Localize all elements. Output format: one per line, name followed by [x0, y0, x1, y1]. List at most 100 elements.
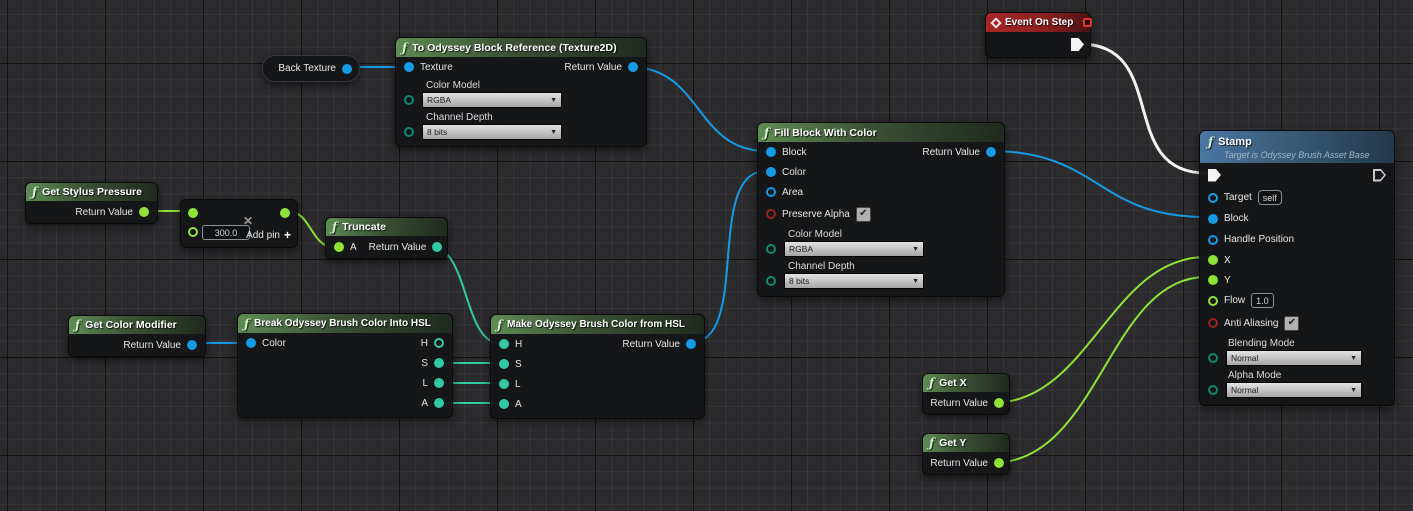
stamp-x-input-pin[interactable]	[1208, 255, 1218, 265]
alpha-mode-pin[interactable]	[1208, 385, 1218, 395]
return-value-output-pin[interactable]	[432, 242, 442, 252]
exec-input-pin[interactable]	[1208, 169, 1221, 182]
break-s-output-pin[interactable]	[434, 358, 444, 368]
get-y-header: ƒ Get Y	[923, 434, 1009, 452]
node-fill-block-with-color[interactable]: ƒ Fill Block With Color Block Return Val…	[757, 122, 1005, 297]
exec-output-pin[interactable]	[1373, 169, 1386, 182]
to-odyssey-title: To Odyssey Block Reference (Texture2D)	[412, 42, 616, 54]
channel-depth-dropdown[interactable]: 8 bits ▼	[422, 124, 562, 140]
get-stylus-pressure-header: ƒ Get Stylus Pressure	[26, 183, 157, 201]
chevron-down-icon: ▼	[912, 278, 919, 285]
stamp-flow-label: Flow	[1224, 295, 1245, 306]
node-truncate[interactable]: ƒ Truncate A Return Value	[325, 217, 448, 259]
color-model-value: RGBA	[789, 244, 813, 254]
texture-input-pin[interactable]	[404, 62, 414, 72]
alpha-mode-dropdown[interactable]: Normal ▼	[1226, 382, 1362, 398]
node-to-odyssey-block-reference[interactable]: ƒ To Odyssey Block Reference (Texture2D)…	[395, 37, 647, 147]
preserve-alpha-checkbox[interactable]: ✔	[856, 207, 871, 222]
fill-area-input-pin[interactable]	[766, 187, 776, 197]
return-value-output-pin[interactable]	[994, 398, 1004, 408]
node-break-hsl[interactable]: ƒ Break Odyssey Brush Color Into HSL Col…	[237, 313, 453, 418]
color-model-pin[interactable]	[766, 244, 776, 254]
stamp-anti-aliasing-input-pin[interactable]	[1208, 318, 1218, 328]
blending-mode-dropdown[interactable]: Normal ▼	[1226, 350, 1362, 366]
node-event-on-step[interactable]: Event On Step	[985, 12, 1091, 58]
stamp-flow-value-field[interactable]: 1.0	[1251, 293, 1274, 308]
stamp-y-input-pin[interactable]	[1208, 275, 1218, 285]
node-get-color-modifier[interactable]: ƒ Get Color Modifier Return Value	[68, 315, 206, 357]
make-s-input-pin[interactable]	[499, 359, 509, 369]
get-x-header: ƒ Get X	[923, 374, 1009, 392]
break-color-input-pin[interactable]	[246, 338, 256, 348]
make-l-label: L	[515, 379, 521, 390]
channel-depth-pin[interactable]	[404, 127, 414, 137]
truncate-header: ƒ Truncate	[326, 218, 447, 236]
return-value-output-pin[interactable]	[686, 339, 696, 349]
return-value-label: Return Value	[369, 242, 427, 253]
color-model-dropdown[interactable]: RGBA ▼	[422, 92, 562, 108]
node-stamp[interactable]: ƒ Stamp Target is Odyssey Brush Asset Ba…	[1199, 130, 1395, 406]
exec-output-pin[interactable]	[1071, 38, 1084, 51]
preserve-alpha-input-pin[interactable]	[766, 209, 776, 219]
add-pin-button[interactable]: Add pin+	[246, 228, 291, 242]
break-h-label: H	[421, 338, 428, 349]
stamp-target-value[interactable]: self	[1258, 190, 1282, 205]
node-make-hsl[interactable]: ƒ Make Odyssey Brush Color from HSL H Re…	[490, 314, 705, 419]
function-icon: ƒ	[764, 126, 769, 140]
wire-gety-to-stamp-y	[992, 277, 1206, 463]
stamp-anti-aliasing-label: Anti Aliasing	[1224, 318, 1278, 329]
get-y-title: Get Y	[939, 437, 966, 449]
make-h-label: H	[515, 339, 522, 350]
blending-mode-label: Blending Mode	[1200, 335, 1394, 349]
break-a-output-pin[interactable]	[434, 398, 444, 408]
make-a-input-pin[interactable]	[499, 399, 509, 409]
truncate-a-label: A	[350, 242, 357, 253]
make-h-input-pin[interactable]	[499, 339, 509, 349]
fill-color-input-pin[interactable]	[766, 167, 776, 177]
return-value-output-pin[interactable]	[986, 147, 996, 157]
node-get-y[interactable]: ƒ Get Y Return Value	[922, 433, 1010, 475]
function-icon: ƒ	[244, 317, 249, 331]
channel-depth-pin[interactable]	[766, 276, 776, 286]
multiply-input2-pin[interactable]	[188, 227, 198, 237]
truncate-a-input-pin[interactable]	[334, 242, 344, 252]
return-value-output-pin[interactable]	[994, 458, 1004, 468]
return-value-output-pin[interactable]	[187, 340, 197, 350]
wire-exec-event-to-stamp	[1080, 44, 1206, 173]
anti-aliasing-checkbox[interactable]: ✔	[1284, 316, 1299, 331]
texture-label: Texture	[420, 62, 453, 73]
event-on-step-header: Event On Step	[986, 13, 1090, 32]
multiply-input-pin[interactable]	[188, 208, 198, 218]
return-value-label: Return Value	[564, 62, 622, 73]
break-h-output-pin[interactable]	[434, 338, 444, 348]
blueprint-graph-canvas[interactable]: Event On Step Back Texture ƒ To Odyssey …	[0, 0, 1413, 511]
node-get-x[interactable]: ƒ Get X Return Value	[922, 373, 1010, 415]
return-value-label: Return Value	[75, 207, 133, 218]
color-model-dropdown[interactable]: RGBA ▼	[784, 241, 924, 257]
stamp-target-input-pin[interactable]	[1208, 193, 1218, 203]
multiply-icon: ✕	[243, 214, 253, 228]
node-back-texture[interactable]: Back Texture	[262, 55, 360, 82]
fill-block-input-pin[interactable]	[766, 147, 776, 157]
fill-block-title: Fill Block With Color	[774, 127, 877, 139]
stamp-block-input-pin[interactable]	[1208, 214, 1218, 224]
return-value-label: Return Value	[930, 458, 988, 469]
fill-block-header: ƒ Fill Block With Color	[758, 123, 1004, 142]
back-texture-output-pin[interactable]	[342, 64, 352, 74]
color-model-pin[interactable]	[404, 95, 414, 105]
channel-depth-value: 8 bits	[789, 276, 809, 286]
multiply-output-pin[interactable]	[280, 208, 290, 218]
node-get-stylus-pressure[interactable]: ƒ Get Stylus Pressure Return Value	[25, 182, 158, 224]
event-on-step-title: Event On Step	[1005, 17, 1073, 28]
channel-depth-dropdown[interactable]: 8 bits ▼	[784, 273, 924, 289]
node-multiply[interactable]: 300.0 ✕ Add pin+	[180, 199, 298, 248]
break-l-output-pin[interactable]	[434, 378, 444, 388]
blending-mode-pin[interactable]	[1208, 353, 1218, 363]
stamp-flow-input-pin[interactable]	[1208, 296, 1218, 306]
return-value-output-pin[interactable]	[139, 207, 149, 217]
make-l-input-pin[interactable]	[499, 379, 509, 389]
chevron-down-icon: ▼	[550, 97, 557, 104]
return-value-output-pin[interactable]	[628, 62, 638, 72]
stamp-handle-position-input-pin[interactable]	[1208, 235, 1218, 245]
get-color-modifier-title: Get Color Modifier	[85, 319, 177, 331]
